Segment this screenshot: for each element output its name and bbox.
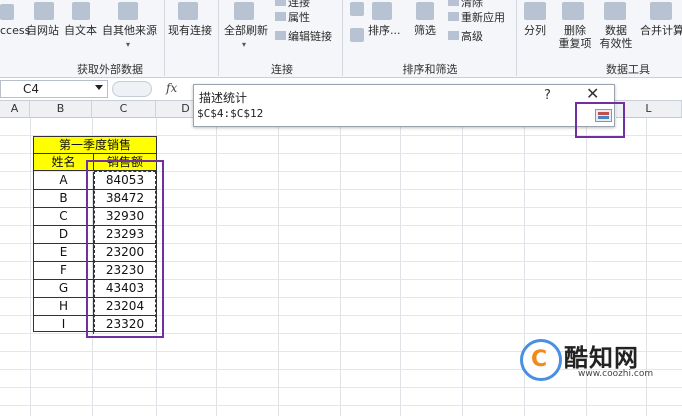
filter-button[interactable]: 筛选 xyxy=(414,24,436,37)
watermark-name: 酷知网 xyxy=(564,344,639,372)
from-other-button[interactable]: 自其他来源 xyxy=(102,24,157,37)
connections-button[interactable]: 连接 xyxy=(275,0,310,9)
properties-icon xyxy=(275,12,286,21)
properties-label: 属性 xyxy=(288,11,310,24)
existing-connections-button[interactable]: 现有连接 xyxy=(168,24,212,37)
filter-icon xyxy=(416,2,434,20)
remove-dup-line2: 重复项 xyxy=(558,37,592,50)
chevron-down-icon[interactable] xyxy=(95,85,103,90)
column-header-l[interactable]: L xyxy=(616,101,682,118)
remove-duplicates-button[interactable]: 删除 重复项 xyxy=(558,24,592,50)
edit-links-button[interactable]: 编辑链接 xyxy=(275,30,332,43)
group-label-external-data: 获取外部数据 xyxy=(77,63,143,76)
data-validation-button[interactable]: 数据 有效性 xyxy=(596,24,636,50)
formula-controls xyxy=(112,81,152,97)
group-label-connections: 连接 xyxy=(271,63,293,76)
edit-links-icon xyxy=(275,31,286,40)
validation-line2: 有效性 xyxy=(599,37,633,50)
watermark-url: www.coozhi.com xyxy=(578,369,654,379)
connections-label: 连接 xyxy=(288,0,310,9)
text-file-icon xyxy=(72,2,90,20)
clear-button[interactable]: 清除 xyxy=(448,0,483,9)
column-header-b[interactable]: B xyxy=(30,101,92,118)
properties-button[interactable]: 属性 xyxy=(275,11,310,24)
sort-dialog-icon xyxy=(372,2,392,20)
close-icon[interactable]: ✕ xyxy=(586,86,599,102)
descriptive-statistics-dialog: 描述统计 ? ✕ $C$4:$C$12 xyxy=(193,84,615,127)
connections-icon xyxy=(275,0,286,6)
watermark: C 酷知网 www.coozhi.com xyxy=(520,335,660,385)
group-label-data-tools: 数据工具 xyxy=(606,63,650,76)
advanced-button[interactable]: 高级 xyxy=(448,30,483,43)
group-label-sort-filter: 排序和筛选 xyxy=(402,63,458,76)
remove-dup-line1: 删除 xyxy=(564,24,586,37)
sort-button[interactable]: 排序... xyxy=(368,24,401,37)
reapply-label: 重新应用 xyxy=(461,11,505,24)
watermark-logo-icon: C xyxy=(520,339,562,381)
name-box[interactable]: C4 xyxy=(0,80,108,98)
from-web-button[interactable]: 自网站 xyxy=(26,24,59,37)
reapply-icon xyxy=(448,12,459,21)
clear-label: 清除 xyxy=(461,0,483,9)
chevron-down-icon: ▾ xyxy=(242,40,247,49)
highlight-box-range xyxy=(86,160,164,338)
refresh-all-button[interactable]: 全部刷新 xyxy=(224,24,268,37)
fx-icon[interactable]: fx xyxy=(166,81,177,95)
range-input[interactable]: $C$4:$C$12 xyxy=(197,106,571,123)
column-header-c[interactable]: C xyxy=(92,101,156,118)
consolidate-button[interactable]: 合并计算 xyxy=(640,24,682,37)
clear-icon xyxy=(448,0,459,6)
sort-az-icon xyxy=(350,2,364,16)
ribbon: ccess 自网站 自文本 自其他来源 ▾ 现有连接 获取外部数据 全部刷新 ▾… xyxy=(0,0,682,78)
text-to-columns-button[interactable]: 分列 xyxy=(524,24,546,37)
from-text-button[interactable]: 自文本 xyxy=(64,24,97,37)
consolidate-icon xyxy=(650,2,672,20)
other-sources-icon xyxy=(118,2,138,20)
name-box-value: C4 xyxy=(23,82,40,96)
advanced-label: 高级 xyxy=(461,30,483,43)
dialog-title: 描述统计 xyxy=(199,91,248,105)
highlight-box-button xyxy=(575,102,625,138)
text-to-columns-icon xyxy=(524,2,546,20)
remove-duplicates-icon xyxy=(562,2,584,20)
chevron-down-icon: ▾ xyxy=(126,40,131,49)
edit-links-label: 编辑链接 xyxy=(288,30,332,43)
validation-line1: 数据 xyxy=(605,24,627,37)
web-icon xyxy=(34,2,54,20)
reapply-button[interactable]: 重新应用 xyxy=(448,11,505,24)
refresh-icon xyxy=(234,2,254,20)
excel-window: ccess 自网站 自文本 自其他来源 ▾ 现有连接 获取外部数据 全部刷新 ▾… xyxy=(0,0,682,416)
column-header-a[interactable]: A xyxy=(0,101,30,118)
help-icon[interactable]: ? xyxy=(544,88,551,103)
existing-connections-icon xyxy=(178,2,198,20)
sort-za-icon xyxy=(350,28,364,42)
advanced-icon xyxy=(448,31,459,40)
access-icon xyxy=(0,4,14,20)
validation-icon xyxy=(604,2,626,20)
